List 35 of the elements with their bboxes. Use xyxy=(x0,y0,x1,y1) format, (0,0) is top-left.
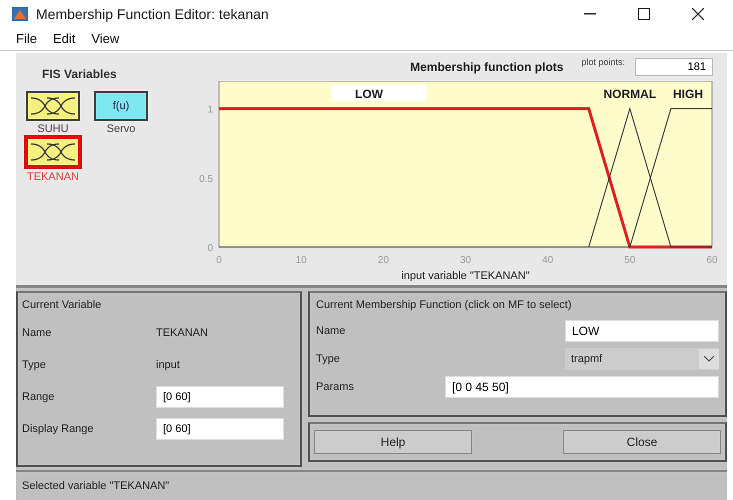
field-label: Range xyxy=(22,391,56,403)
x-tick-label: 30 xyxy=(460,255,472,266)
field-label: Display Range xyxy=(22,423,95,435)
variable-type-value: input xyxy=(156,359,181,371)
x-tick-label: 0 xyxy=(216,255,222,266)
variable-name: SUHU xyxy=(37,123,69,135)
variable-name: TEKANAN xyxy=(27,171,79,183)
x-tick-label: 20 xyxy=(378,255,389,266)
y-tick-label: 1 xyxy=(207,104,213,116)
field-label: Name xyxy=(22,327,52,339)
field-label: Params xyxy=(316,381,354,393)
x-tick-label: 50 xyxy=(624,255,636,266)
dropdown-value: trapmf xyxy=(571,353,602,365)
chart-title: Membership function plots xyxy=(410,60,564,74)
variable-name-value: TEKANAN xyxy=(156,327,209,339)
panel-title: Current Membership Function (click on MF to select) xyxy=(316,299,573,311)
variable-name: Servo xyxy=(106,123,136,135)
x-tick-label: 40 xyxy=(542,255,554,266)
panel-title: FIS Variables xyxy=(42,67,118,81)
window-title: Membership Function Editor: tekanan xyxy=(36,6,270,22)
x-tick-label: 60 xyxy=(706,255,718,266)
curve-label: NORMAL xyxy=(604,87,656,101)
y-tick-label: 0.5 xyxy=(199,174,213,185)
field-label: plot points: xyxy=(581,57,625,67)
status-text: Selected variable "TEKANAN" xyxy=(22,480,170,492)
x-axis-label: input variable "TEKANAN" xyxy=(401,270,530,281)
curve-label: HIGH xyxy=(673,87,703,101)
field-label: Type xyxy=(316,353,340,365)
panel-title: Current Variable xyxy=(22,299,102,311)
field-label: Type xyxy=(22,359,47,371)
curve-label: LOW xyxy=(332,85,426,101)
x-tick-label: 10 xyxy=(296,255,307,266)
field-label: Name xyxy=(316,325,346,337)
y-tick-label: 0 xyxy=(207,243,213,254)
series-label: LOW xyxy=(355,87,384,101)
